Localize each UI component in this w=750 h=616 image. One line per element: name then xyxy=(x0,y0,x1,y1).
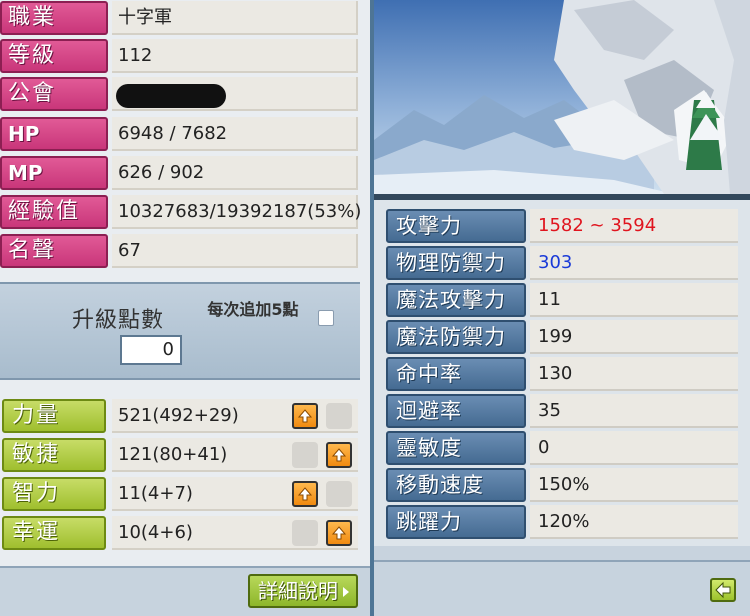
detail-value: 199 xyxy=(530,320,738,354)
info-row-guild: 公會 xyxy=(0,76,360,114)
info-row-mp: MP 626 / 902 xyxy=(0,155,360,193)
detail-label: 命中率 xyxy=(386,357,526,391)
detail-value: 150% xyxy=(530,468,738,502)
detail-bottom-bar xyxy=(374,560,750,616)
detail-row-speed: 移動速度 150% xyxy=(386,467,738,503)
detail-button-label: 詳細說明 xyxy=(258,579,338,603)
detail-label: 魔法攻擊力 xyxy=(386,283,526,317)
detail-row-jump: 跳躍力 120% xyxy=(386,504,738,540)
stat-label: 智力 xyxy=(2,477,106,511)
info-row-level: 等級 112 xyxy=(0,38,360,76)
detail-value: 130 xyxy=(530,357,738,391)
detail-value: 11 xyxy=(530,283,738,317)
triangle-right-icon xyxy=(343,587,349,597)
ap-value-field: 0 xyxy=(120,335,182,365)
stat-row-int: 智力 11(4+7) xyxy=(0,476,360,514)
luk-up-button[interactable] xyxy=(326,520,352,546)
info-label: 等級 xyxy=(0,39,108,73)
int-up-button[interactable] xyxy=(292,481,318,507)
info-label: HP xyxy=(0,117,108,151)
detail-label: 魔法防禦力 xyxy=(386,320,526,354)
detail-bar: 詳細說明 xyxy=(0,566,370,616)
arrow-up-icon xyxy=(297,409,313,423)
info-row-fame: 名聲 67 xyxy=(0,233,360,271)
detail-label: 攻擊力 xyxy=(386,209,526,243)
detail-button[interactable]: 詳細說明 xyxy=(248,574,358,608)
auto-assign-checkbox[interactable] xyxy=(318,310,334,326)
detail-row-magic-atk: 魔法攻擊力 11 xyxy=(386,282,738,318)
detail-label: 移動速度 xyxy=(386,468,526,502)
info-value: 626 / 902 xyxy=(112,156,358,190)
stat-label: 力量 xyxy=(2,399,106,433)
collapse-detail-button[interactable] xyxy=(710,578,736,602)
ap-title: 升級點數 xyxy=(72,308,165,333)
stat-row-dex: 敏捷 121(80+41) xyxy=(0,437,360,475)
auto-assign-label: 每次追加5點 xyxy=(207,300,299,319)
stat-value: 121(80+41) xyxy=(112,438,358,472)
info-value xyxy=(112,77,358,111)
character-stat-panel: 職業 十字軍 等級 112 公會 HP 6948 / 7682 MP 626 /… xyxy=(0,0,370,616)
detail-label: 迴避率 xyxy=(386,394,526,428)
info-row-exp: 經驗值 10327683/19392187(53%) xyxy=(0,194,361,232)
arrow-left-icon xyxy=(715,581,731,599)
info-value: 112 xyxy=(112,39,358,73)
stat-label: 敏捷 xyxy=(2,438,106,472)
detail-row-accuracy: 命中率 130 xyxy=(386,356,738,392)
info-value: 10327683/19392187(53%) xyxy=(112,195,361,229)
empty-button-slot xyxy=(326,403,352,429)
detail-row-attack: 攻擊力 1582 ~ 3594 xyxy=(386,208,738,244)
snowy-mountain-scene xyxy=(374,0,750,194)
info-row-job: 職業 十字軍 xyxy=(0,0,360,38)
stat-row-luk: 幸運 10(4+6) xyxy=(0,515,360,553)
detail-label: 靈敏度 xyxy=(386,431,526,465)
str-up-button[interactable] xyxy=(292,403,318,429)
info-label: 經驗值 xyxy=(0,195,108,229)
detail-stat-panel: 攻擊力 1582 ~ 3594 物理防禦力 303 魔法攻擊力 11 魔法防禦力… xyxy=(374,0,750,616)
detail-row-hands: 靈敏度 0 xyxy=(386,430,738,466)
detail-row-magic-def: 魔法防禦力 199 xyxy=(386,319,738,355)
info-value: 6948 / 7682 xyxy=(112,117,358,151)
empty-button-slot xyxy=(292,442,318,468)
stat-label: 幸運 xyxy=(2,516,106,550)
stat-value: 11(4+7) xyxy=(112,477,358,511)
detail-row-avoidability: 迴避率 35 xyxy=(386,393,738,429)
stat-value: 521(492+29) xyxy=(112,399,358,433)
arrow-up-icon xyxy=(331,448,347,462)
arrow-up-icon xyxy=(297,487,313,501)
info-row-hp: HP 6948 / 7682 xyxy=(0,116,360,154)
detail-row-weapon-def: 物理防禦力 303 xyxy=(386,245,738,281)
dex-up-button[interactable] xyxy=(326,442,352,468)
empty-button-slot xyxy=(326,481,352,507)
info-label: 職業 xyxy=(0,1,108,35)
info-label: MP xyxy=(0,156,108,190)
detail-stat-list: 攻擊力 1582 ~ 3594 物理防禦力 303 魔法攻擊力 11 魔法防禦力… xyxy=(374,200,750,546)
detail-label: 跳躍力 xyxy=(386,505,526,539)
detail-value: 0 xyxy=(530,431,738,465)
stat-row-str: 力量 521(492+29) xyxy=(0,398,360,436)
detail-value: 1582 ~ 3594 xyxy=(530,209,738,243)
detail-value: 35 xyxy=(530,394,738,428)
detail-label: 物理防禦力 xyxy=(386,246,526,280)
info-value: 十字軍 xyxy=(112,1,358,35)
info-value: 67 xyxy=(112,234,358,268)
info-label: 名聲 xyxy=(0,234,108,268)
detail-value: 303 xyxy=(530,246,738,280)
empty-button-slot xyxy=(292,520,318,546)
background-scene xyxy=(374,0,750,194)
arrow-up-icon xyxy=(331,526,347,540)
ability-point-box: 升級點數 0 每次追加5點 xyxy=(0,282,360,380)
redacted-guild-name xyxy=(116,84,226,108)
detail-value: 120% xyxy=(530,505,738,539)
stat-value: 10(4+6) xyxy=(112,516,358,550)
info-label: 公會 xyxy=(0,77,108,111)
